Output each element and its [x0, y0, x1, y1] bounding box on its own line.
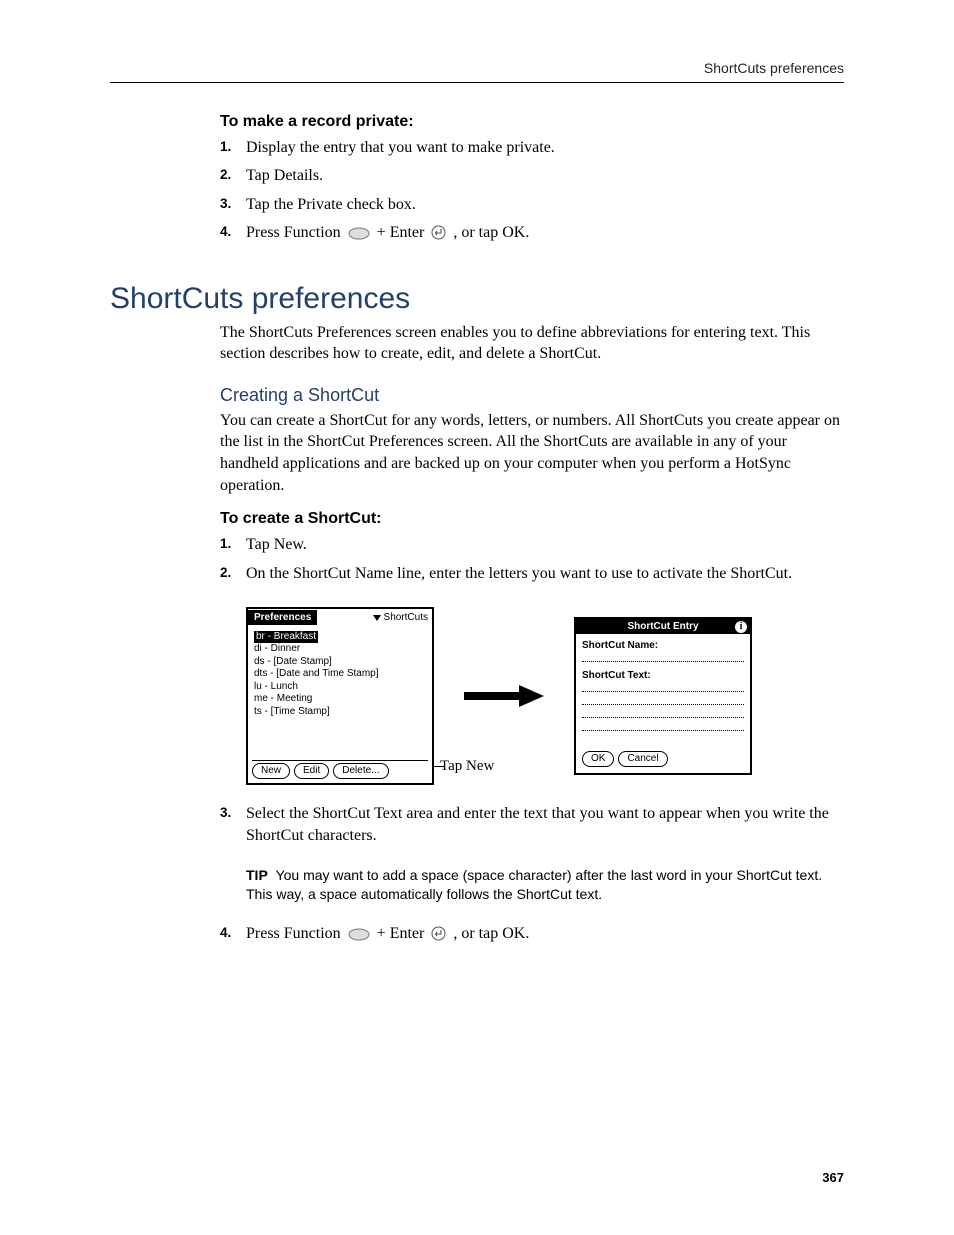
- enter-key-icon: [431, 225, 446, 247]
- step-text: Display the entry that you want to make …: [246, 139, 555, 156]
- step: 3.Tap the Private check box.: [220, 194, 844, 216]
- step-text: On the ShortCut Name line, enter the let…: [246, 565, 792, 582]
- chevron-down-icon: [373, 615, 381, 621]
- list-item[interactable]: lu - Lunch: [252, 681, 428, 694]
- divider: [252, 760, 428, 761]
- edit-button[interactable]: Edit: [294, 763, 329, 779]
- shortcut-entry-dialog: ShortCut Entry i ShortCut Name: ShortCut…: [574, 617, 752, 775]
- list-item[interactable]: ds - [Date Stamp]: [252, 656, 428, 669]
- info-icon[interactable]: i: [735, 621, 747, 633]
- shortcut-text-label: ShortCut Text:: [582, 670, 744, 681]
- step: 1.Display the entry that you want to mak…: [220, 137, 844, 159]
- procedure-heading-create: To create a ShortCut:: [220, 510, 844, 528]
- function-key-icon: [348, 926, 370, 948]
- dialog-title: ShortCut Entry i: [576, 619, 750, 634]
- cancel-button[interactable]: Cancel: [618, 751, 667, 767]
- list-item[interactable]: ts - [Time Stamp]: [252, 706, 428, 719]
- section-title: ShortCuts preferences: [110, 282, 844, 316]
- arrow-cell: Tap New: [444, 607, 564, 785]
- tip-label: TIP: [246, 867, 268, 883]
- tip-text: You may want to add a space (space chara…: [246, 867, 822, 903]
- step-text: Select the ShortCut Text area and enter …: [246, 805, 829, 844]
- callout-tap-new: Tap New: [440, 758, 494, 775]
- ok-button[interactable]: OK: [582, 751, 614, 767]
- step-text-mid: + Enter: [377, 925, 429, 942]
- arrow-icon: [464, 685, 544, 707]
- step: 4. Press Function + Enter , or tap OK.: [220, 923, 844, 948]
- shortcuts-list[interactable]: br - Breakfast di - Dinner ds - [Date St…: [248, 627, 432, 719]
- list-item[interactable]: br - Breakfast: [252, 631, 428, 644]
- procedure-heading-private: To make a record private:: [220, 113, 844, 131]
- running-header: ShortCuts preferences: [110, 60, 844, 83]
- shortcut-text-input[interactable]: [582, 681, 744, 692]
- page-number: 367: [822, 1170, 844, 1185]
- step: 4. Press Function + Enter , or tap OK.: [220, 222, 844, 247]
- steps-create-final: 4. Press Function + Enter , or tap OK.: [220, 923, 844, 948]
- preferences-title: Preferences: [248, 610, 317, 625]
- preferences-screen: Preferences ShortCuts br - Breakfast di …: [246, 607, 434, 785]
- subsection-text: You can create a ShortCut for any words,…: [220, 410, 844, 496]
- delete-button[interactable]: Delete...: [333, 763, 388, 779]
- step-text-pre: Press Function: [246, 925, 345, 942]
- steps-create: 1.Tap New. 2.On the ShortCut Name line, …: [220, 534, 844, 585]
- shortcut-text-input[interactable]: [582, 720, 744, 731]
- figure-row: Preferences ShortCuts br - Breakfast di …: [246, 607, 844, 785]
- function-key-icon: [348, 225, 370, 247]
- step-text: Tap the Private check box.: [246, 196, 416, 213]
- step-text-post: , or tap OK.: [453, 925, 529, 942]
- steps-create-cont: 3.Select the ShortCut Text area and ente…: [220, 803, 844, 848]
- dropdown-label: ShortCuts: [384, 612, 428, 623]
- section-intro: The ShortCuts Preferences screen enables…: [220, 322, 844, 365]
- step-text-post: , or tap OK.: [453, 224, 529, 241]
- shortcut-name-label: ShortCut Name:: [582, 640, 744, 651]
- step: 2.On the ShortCut Name line, enter the l…: [220, 563, 844, 585]
- step-text-pre: Press Function: [246, 224, 345, 241]
- tip-block: TIP You may want to add a space (space c…: [246, 866, 844, 905]
- steps-private: 1.Display the entry that you want to mak…: [220, 137, 844, 248]
- shortcut-text-input[interactable]: [582, 694, 744, 705]
- subsection-title: Creating a ShortCut: [220, 385, 844, 406]
- step-text: Tap Details.: [246, 167, 323, 184]
- preferences-titlebar: Preferences ShortCuts: [248, 609, 432, 627]
- list-item[interactable]: di - Dinner: [252, 643, 428, 656]
- list-item[interactable]: me - Meeting: [252, 693, 428, 706]
- step: 2.Tap Details.: [220, 165, 844, 187]
- new-button[interactable]: New: [252, 763, 290, 779]
- list-item[interactable]: dts - [Date and Time Stamp]: [252, 668, 428, 681]
- step-text: Tap New.: [246, 536, 307, 553]
- step: 3.Select the ShortCut Text area and ente…: [220, 803, 844, 848]
- shortcut-name-input[interactable]: [582, 651, 744, 662]
- step: 1.Tap New.: [220, 534, 844, 556]
- category-dropdown[interactable]: ShortCuts: [373, 610, 432, 625]
- shortcut-text-input[interactable]: [582, 707, 744, 718]
- enter-key-icon: [431, 926, 446, 948]
- step-text-mid: + Enter: [377, 224, 429, 241]
